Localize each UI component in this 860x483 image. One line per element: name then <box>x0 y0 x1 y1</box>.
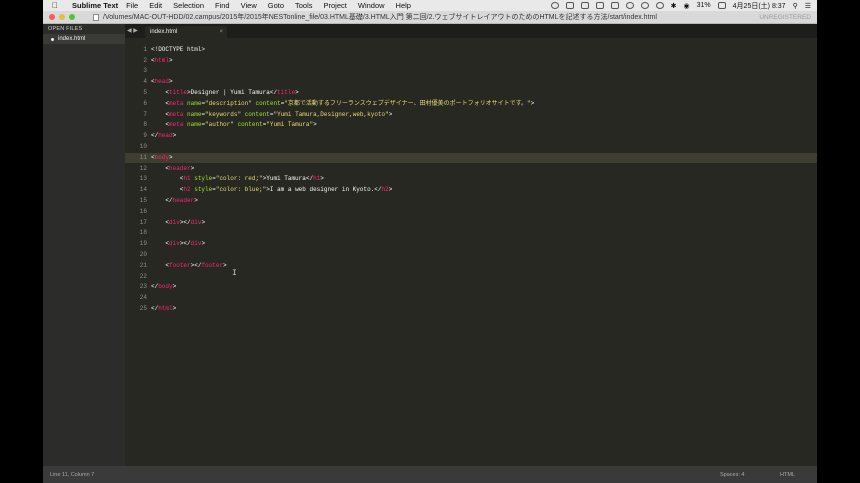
code-line-23: </body> <box>151 283 177 290</box>
open-files-header: OPEN FILES <box>48 26 83 32</box>
line-number: 25 <box>139 305 147 312</box>
tab-close-icon[interactable]: × <box>219 26 223 38</box>
line-number: 21 <box>139 262 147 269</box>
battery-percent: 31% <box>696 2 711 9</box>
document-icon <box>93 13 99 21</box>
menu-help[interactable]: Help <box>396 1 411 10</box>
tab-bar: ◀ ▶ index.html × <box>125 24 817 38</box>
code-line-2: <html> <box>151 57 173 64</box>
menu-view[interactable]: View <box>241 1 257 10</box>
screen-icon[interactable] <box>580 2 589 9</box>
line-number: 16 <box>139 208 147 215</box>
notification-center-icon[interactable]: ☰ <box>805 2 811 10</box>
minimize-window-button[interactable] <box>59 14 65 20</box>
time-machine-icon[interactable] <box>640 2 649 9</box>
line-number: 23 <box>139 283 147 290</box>
status-bar: Line 11, Column 7 Spaces: 4 HTML <box>43 466 817 483</box>
menu-goto[interactable]: Goto <box>268 1 284 10</box>
dropbox-icon[interactable] <box>595 2 604 9</box>
code-line-7: <meta name="keywords" content="Yumi Tamu… <box>151 111 393 118</box>
line-number: 14 <box>139 186 147 193</box>
line-number: 17 <box>139 219 147 226</box>
indentation-setting[interactable]: Spaces: 4 <box>720 472 744 478</box>
cloud-icon[interactable] <box>625 2 634 9</box>
line-number: 7 <box>143 111 147 118</box>
code-line-4: <head> <box>151 78 173 85</box>
line-number: 13 <box>139 175 147 182</box>
code-line-5: <title>Designer | Yumi Tamura</title> <box>151 89 299 96</box>
code-line-8: <meta name="author" content="Yumi Tamura… <box>151 121 317 128</box>
line-number: 18 <box>139 229 147 236</box>
status-area: ✱ ◉ 31% 4月25日(土) 8:37 ⚲ ☰ <box>550 0 811 11</box>
line-number: 11 <box>139 154 147 161</box>
sidebar-file-label: index.html <box>58 36 86 42</box>
line-number: 3 <box>143 67 147 74</box>
line-number: 12 <box>139 165 147 172</box>
line-number: 15 <box>139 197 147 204</box>
line-number: 10 <box>139 143 147 150</box>
code-line-17: <div></div> <box>151 219 206 226</box>
bluetooth-icon[interactable]: ✱ <box>671 2 677 10</box>
line-number: 22 <box>139 273 147 280</box>
current-line-highlight <box>125 153 817 163</box>
close-window-button[interactable] <box>49 14 55 20</box>
registration-status: UNREGISTERED <box>759 13 811 21</box>
code-line-9: </head> <box>151 132 177 139</box>
line-number: 20 <box>139 251 147 258</box>
clock[interactable]: 4月25日(土) 8:37 <box>733 1 786 11</box>
battery-icon[interactable] <box>717 2 726 9</box>
drive-icon[interactable] <box>610 2 619 9</box>
tab-scroll-arrows-icon[interactable]: ◀ ▶ <box>127 27 138 34</box>
window-title: /Volumes/MAC-OUT-HDD/02.campus/2015年/201… <box>103 14 657 21</box>
code-line-14: <h2 style="color: blue;">I am a web desi… <box>151 186 393 193</box>
screen:  Sublime Text File Edit Selection Find … <box>43 0 817 483</box>
spotlight-icon[interactable]: ⚲ <box>793 2 798 10</box>
code-line-1: <!DOCTYPE html> <box>151 46 206 53</box>
tab-label: index.html <box>150 29 178 35</box>
code-line-15: </header> <box>151 197 198 204</box>
line-number: 8 <box>143 121 147 128</box>
keyboard-icon[interactable] <box>565 2 574 9</box>
menu-edit[interactable]: Edit <box>149 1 162 10</box>
menu-file[interactable]: File <box>126 1 138 10</box>
menu-find[interactable]: Find <box>215 1 230 10</box>
line-number: 9 <box>143 132 147 139</box>
sidebar-file-index[interactable]: index.html <box>43 34 125 44</box>
cursor-position: Line 11, Column 7 <box>50 472 95 478</box>
window-title-bar: /Volumes/MAC-OUT-HDD/02.campus/2015年/201… <box>43 11 817 24</box>
app-name-menu[interactable]: Sublime Text <box>72 1 118 10</box>
menu-bar:  Sublime Text File Edit Selection Find … <box>43 0 817 11</box>
menu-window[interactable]: Window <box>358 1 385 10</box>
code-line-11: <body> <box>151 154 173 161</box>
syntax-selector[interactable]: HTML <box>780 472 795 478</box>
line-number: 6 <box>143 100 147 107</box>
sidebar: OPEN FILES index.html <box>43 24 125 466</box>
text-cursor-icon: I <box>232 269 237 278</box>
zoom-window-button[interactable] <box>69 14 75 20</box>
code-line-12: <header> <box>151 165 195 172</box>
sync-icon[interactable] <box>655 2 664 9</box>
code-line-13: <h1 style="color: red;">Yumi Tamura</h1> <box>151 175 324 182</box>
code-line-21: <footer></footer> <box>151 262 227 269</box>
line-number: 1 <box>143 46 147 53</box>
modified-dot-icon <box>51 37 54 41</box>
line-number: 24 <box>139 294 147 301</box>
code-line-6: <meta name="description" content="京都で活動す… <box>151 100 535 107</box>
tab-index-html[interactable]: index.html × <box>145 26 227 38</box>
code-line-25: </html> <box>151 305 177 312</box>
record-icon[interactable] <box>550 2 559 9</box>
line-number: 19 <box>139 240 147 247</box>
line-number: 5 <box>143 89 147 96</box>
apple-icon[interactable]:  <box>52 1 62 10</box>
wifi-icon[interactable]: ◉ <box>684 2 690 10</box>
menu-selection[interactable]: Selection <box>173 1 204 10</box>
code-editor[interactable]: 1 2 3 4 5 6 7 8 9 10 11 12 13 14 15 16 1… <box>125 38 817 466</box>
menu-project[interactable]: Project <box>324 1 347 10</box>
line-number: 2 <box>143 57 147 64</box>
code-line-19: <div></div> <box>151 240 206 247</box>
line-number: 4 <box>143 78 147 85</box>
menu-tools[interactable]: Tools <box>295 1 313 10</box>
